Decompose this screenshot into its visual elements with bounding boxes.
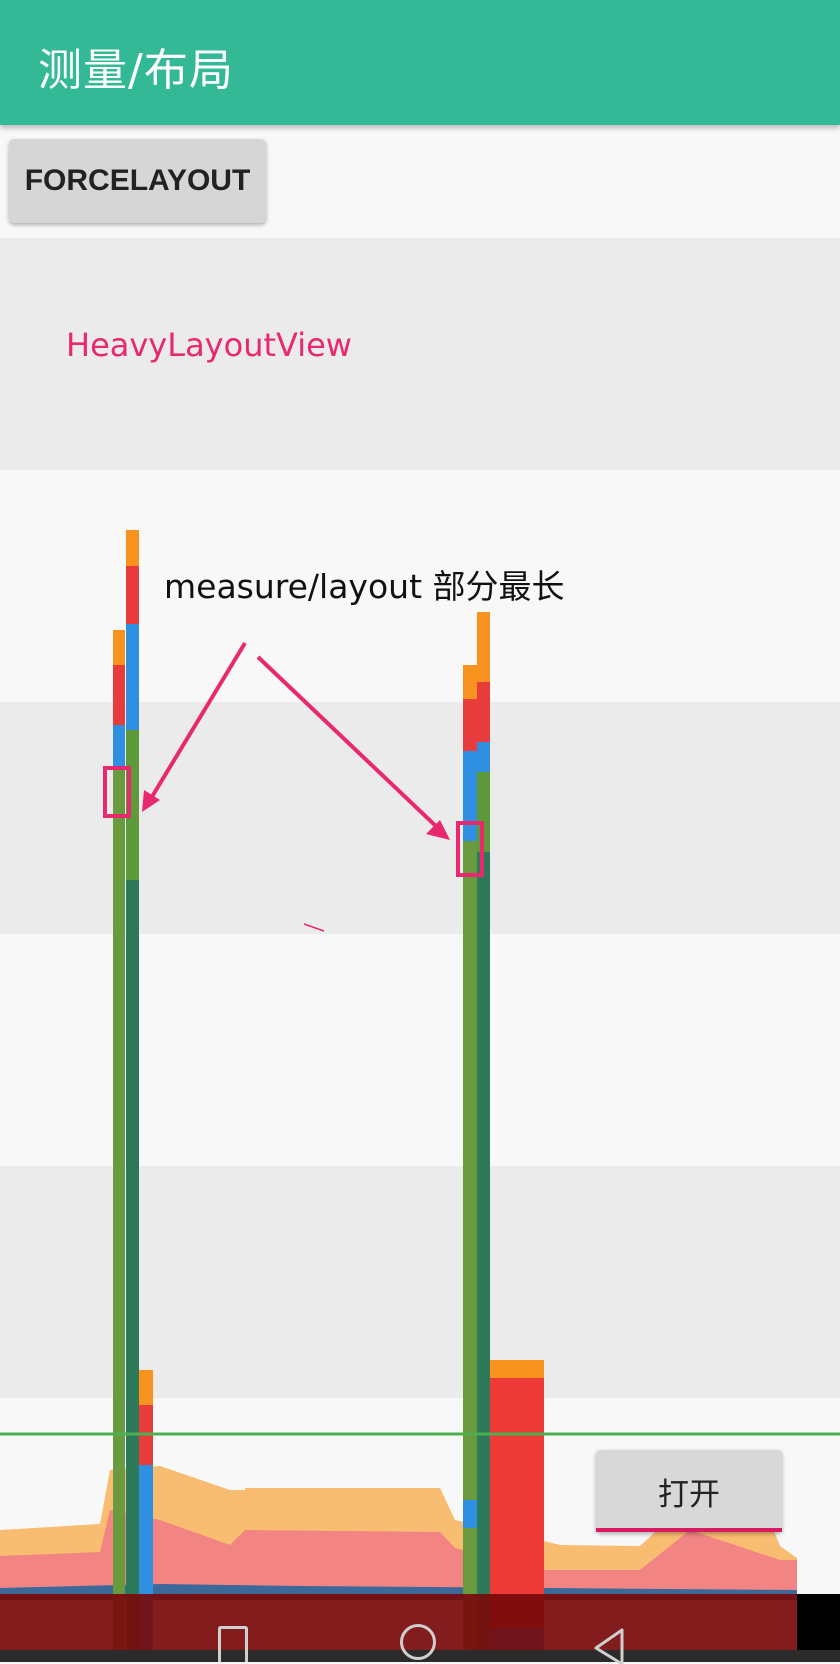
measure-segment-dark [126, 880, 139, 1650]
measure-segment [113, 770, 125, 1650]
sync-segment [126, 566, 139, 624]
draw-segment [463, 751, 477, 841]
gpu-profile-overlay [0, 530, 840, 1650]
back-icon[interactable] [588, 1624, 628, 1664]
draw-segment [463, 1500, 477, 1528]
draw-segment [126, 624, 139, 730]
arrow-right [256, 655, 442, 832]
page-title: 测量/布局 [38, 45, 234, 96]
arrow-left [148, 641, 247, 802]
open-button-indicator [596, 1528, 782, 1532]
open-button[interactable]: 打开 [596, 1450, 782, 1532]
arrow-head-left [142, 790, 160, 812]
sync-segment [477, 682, 490, 742]
draw-segment [113, 725, 125, 770]
sync-segment [490, 1378, 544, 1628]
measure-segment [463, 841, 477, 1650]
command-segment [126, 530, 139, 566]
command-segment [477, 612, 490, 682]
arrow-head-right [426, 820, 450, 840]
measure-segment-dark [477, 852, 490, 1650]
draw-segment [477, 742, 490, 772]
sync-segment [463, 699, 477, 751]
stray-mark [303, 923, 325, 932]
command-segment [113, 630, 125, 665]
recents-icon[interactable] [218, 1626, 248, 1662]
command-segment [139, 1370, 153, 1405]
sync-segment [113, 665, 125, 725]
tall-bar-left [113, 530, 153, 1650]
tall-bar-right [463, 612, 544, 1650]
annotation-text: measure/layout 部分最长 [164, 567, 565, 606]
app-bar: 测量/布局 [0, 0, 840, 125]
home-icon[interactable] [400, 1624, 436, 1660]
command-segment [463, 665, 477, 699]
